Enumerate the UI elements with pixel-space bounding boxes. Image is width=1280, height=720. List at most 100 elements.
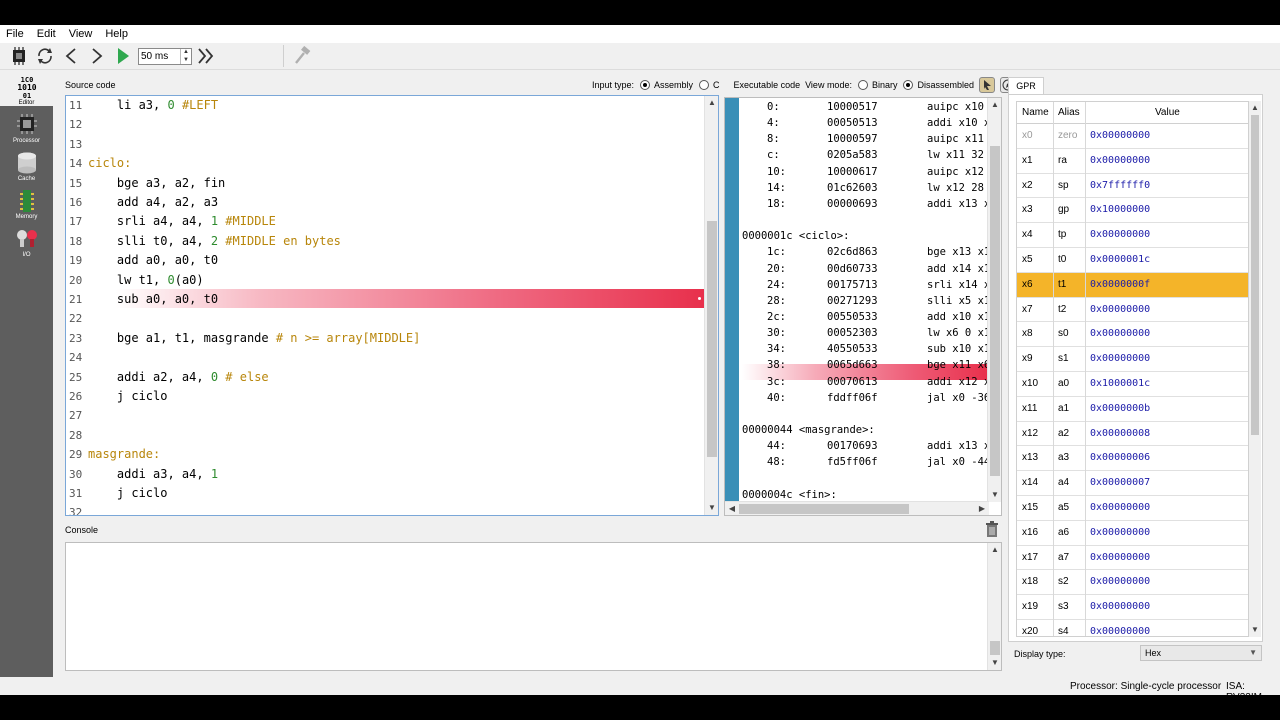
register-value[interactable]: 0x00000007	[1090, 477, 1150, 488]
clock-step-button[interactable]	[86, 45, 108, 67]
sidebar-item-memory[interactable]: Memory	[0, 184, 53, 220]
input-assembly-radio[interactable]	[640, 80, 651, 90]
code-line[interactable]: 31 j ciclo	[66, 484, 706, 503]
register-value[interactable]: 0x00000000	[1090, 304, 1150, 315]
register-row[interactable]: x15 a5 0x00000000	[1017, 496, 1248, 521]
register-row[interactable]: x4 tp 0x00000000	[1017, 223, 1248, 248]
scroll-right-icon[interactable]: ▶	[975, 502, 989, 515]
code-line[interactable]: 17 srli a4, a4, 1 #MIDDLE	[66, 212, 706, 231]
code-line[interactable]: 27	[66, 406, 706, 425]
instruction-row[interactable]: c: 0205a583 lw x11 32 x	[739, 147, 988, 163]
register-value[interactable]: 0x1000001c	[1090, 378, 1150, 389]
select-processor-button[interactable]	[8, 45, 30, 67]
clear-console-button[interactable]	[985, 521, 999, 540]
code-line[interactable]: 12	[66, 115, 706, 134]
menu-file[interactable]: File	[6, 28, 24, 40]
register-row[interactable]: x2 sp 0x7ffffff0	[1017, 174, 1248, 199]
follow-pc-button[interactable]	[979, 77, 995, 93]
register-value[interactable]: 0x00000008	[1090, 428, 1150, 439]
gpr-scrollbar[interactable]: ▲ ▼	[1249, 101, 1261, 637]
instruction-row[interactable]: 38: 0065d663 bge x11 x6	[739, 357, 988, 373]
editor-scrollbar[interactable]: ▲ ▼	[704, 96, 718, 515]
register-value[interactable]: 0x00000000	[1090, 130, 1150, 141]
register-row[interactable]: x3 gp 0x10000000	[1017, 198, 1248, 224]
sidebar-item-processor[interactable]: Processor	[0, 108, 53, 144]
exec-scrollbar[interactable]: ▲ ▼	[987, 98, 1001, 502]
instruction-row[interactable]: 20: 00d60733 add x14 x1	[739, 261, 988, 277]
code-line[interactable]: 13	[66, 135, 706, 154]
register-row[interactable]: x20 s4 0x00000000	[1017, 620, 1248, 636]
instruction-row[interactable]: 48: fd5ff06f jal x0 -44	[739, 454, 988, 470]
register-value[interactable]: 0x00000000	[1090, 527, 1150, 538]
code-line[interactable]: 19 add a0, a0, t0	[66, 251, 706, 270]
input-c-radio[interactable]	[699, 80, 710, 90]
code-line[interactable]: 30 addi a3, a4, 1	[66, 465, 706, 484]
register-row[interactable]: x0 zero 0x00000000	[1017, 124, 1248, 149]
code-line[interactable]: 26 j ciclo	[66, 387, 706, 406]
code-line[interactable]: 15 bge a3, a2, fin	[66, 174, 706, 193]
sidebar-item-io[interactable]: I/O	[0, 222, 53, 258]
register-row[interactable]: x13 a3 0x00000006	[1017, 446, 1248, 472]
register-value[interactable]: 0x10000000	[1090, 204, 1150, 215]
header-value[interactable]: Value	[1155, 107, 1180, 118]
register-row[interactable]: x16 a6 0x00000000	[1017, 521, 1248, 546]
register-row[interactable]: x6 t1 0x0000000f	[1017, 272, 1248, 298]
build-button[interactable]	[292, 45, 314, 67]
register-row[interactable]: x8 s0 0x00000000	[1017, 322, 1248, 348]
step-back-button[interactable]	[60, 45, 82, 67]
register-row[interactable]: x10 a0 0x1000001c	[1017, 372, 1248, 397]
reset-button[interactable]	[34, 45, 56, 67]
code-line[interactable]: 20 lw t1, 0(a0)	[66, 271, 706, 290]
code-line[interactable]: 28	[66, 426, 706, 445]
scroll-up-icon[interactable]: ▲	[705, 96, 718, 110]
register-value[interactable]: 0x00000000	[1090, 353, 1150, 364]
register-value[interactable]: 0x00000000	[1090, 155, 1150, 166]
console-output[interactable]: ▲ ▼	[65, 542, 1002, 671]
scroll-up-icon[interactable]: ▲	[988, 543, 1002, 557]
gpr-scroll-thumb[interactable]	[1251, 115, 1259, 435]
code-line[interactable]: 21 sub a0, a0, t0	[66, 290, 706, 309]
instruction-row[interactable]: 28: 00271293 slli x5 x1	[739, 293, 988, 309]
scroll-up-icon[interactable]: ▲	[1249, 101, 1261, 115]
register-value[interactable]: 0x00000006	[1090, 452, 1150, 463]
menu-view[interactable]: View	[69, 28, 93, 40]
register-value[interactable]: 0x00000000	[1090, 576, 1150, 587]
code-line[interactable]: 14 ciclo:	[66, 154, 706, 173]
code-line[interactable]: 11 li a3, 0 #LEFT	[66, 96, 706, 115]
scroll-left-icon[interactable]: ◀	[725, 502, 739, 515]
console-scroll-thumb[interactable]	[990, 641, 1000, 655]
register-value[interactable]: 0x00000000	[1090, 552, 1150, 563]
scroll-down-icon[interactable]: ▼	[988, 656, 1002, 670]
code-line[interactable]: 25 addi a2, a4, 0 # else	[66, 368, 706, 387]
instruction-row[interactable]: 0: 10000517 auipc x10 0	[739, 99, 988, 115]
register-value[interactable]: 0x7ffffff0	[1090, 180, 1150, 191]
code-line[interactable]: 22	[66, 309, 706, 328]
register-value[interactable]: 0x00000000	[1090, 601, 1150, 612]
register-table[interactable]: Name Alias Value x0 zero 0x00000000 x1 ra 0x0…	[1016, 101, 1249, 637]
scroll-down-icon[interactable]: ▼	[988, 488, 1001, 502]
display-type-select[interactable]: Hex ▼	[1140, 645, 1262, 661]
register-row[interactable]: x17 a7 0x00000000	[1017, 546, 1248, 571]
tab-gpr[interactable]: GPR	[1008, 77, 1044, 94]
register-value[interactable]: 0x00000000	[1090, 502, 1150, 513]
speed-stepper[interactable]: ▲ ▼	[180, 48, 191, 64]
console-scrollbar[interactable]: ▲ ▼	[987, 543, 1001, 670]
run-button[interactable]	[112, 45, 134, 67]
register-value[interactable]: 0x0000000f	[1090, 279, 1150, 290]
register-row[interactable]: x5 t0 0x0000001c	[1017, 248, 1248, 273]
instruction-row[interactable]: 1c: 02c6d863 bge x13 x1	[739, 244, 988, 260]
code-line[interactable]: 32	[66, 503, 706, 515]
instruction-row[interactable]: 44: 00170693 addi x13 x	[739, 438, 988, 454]
code-line[interactable]: 24	[66, 348, 706, 367]
exec-hscroll-thumb[interactable]	[739, 504, 909, 514]
speed-spinbox[interactable]: 50 ms ▲ ▼	[138, 47, 192, 65]
header-name[interactable]: Name	[1022, 107, 1049, 118]
register-row[interactable]: x11 a1 0x0000000b	[1017, 397, 1248, 422]
register-value[interactable]: 0x00000000	[1090, 229, 1150, 240]
scroll-down-icon[interactable]: ▼	[705, 501, 718, 515]
instruction-row[interactable]: 18: 00000693 addi x13 x	[739, 196, 988, 212]
exec-hscrollbar[interactable]: ◀ ▶	[725, 501, 989, 515]
code-line[interactable]: 29 masgrande:	[66, 445, 706, 464]
scroll-up-icon[interactable]: ▲	[988, 98, 1001, 112]
register-row[interactable]: x1 ra 0x00000000	[1017, 149, 1248, 174]
